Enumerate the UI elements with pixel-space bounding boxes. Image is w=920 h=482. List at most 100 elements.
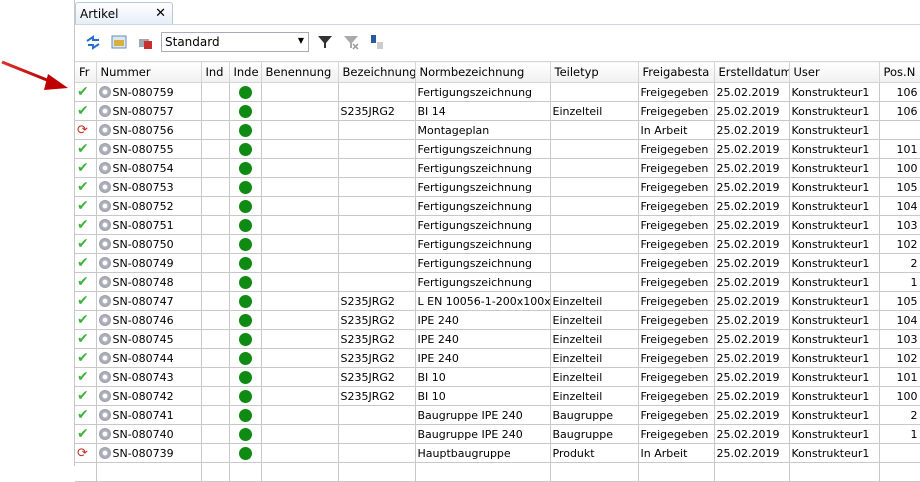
table-row[interactable]: ⟳ SN-080756 Montageplan In Arbeit 25.02.… — [75, 120, 920, 140]
benennung-cell — [261, 139, 339, 159]
teiletyp-cell — [550, 139, 639, 159]
index-status-cell — [229, 82, 262, 102]
user-cell: Konstrukteur1 — [789, 158, 880, 178]
table-row[interactable]: ✔ SN-080751 Fertigungszeichnung Freigege… — [75, 215, 920, 235]
table-row[interactable]: ✔ SN-080749 Fertigungszeichnung Freigege… — [75, 253, 920, 273]
freigabestatus-cell: In Arbeit — [638, 120, 715, 140]
ind-cell — [201, 386, 230, 406]
erstelldatum-cell: 25.02.2019 — [714, 253, 790, 273]
table-row[interactable]: ✔ SN-080744 S235JRG2 IPE 240 Einzelteil … — [75, 348, 920, 368]
user-cell: Konstrukteur1 — [789, 101, 880, 121]
benennung-cell — [261, 82, 339, 102]
user-cell: Konstrukteur1 — [789, 177, 880, 197]
column-header[interactable]: Normbezeichnung — [415, 61, 551, 83]
status-dot-icon — [238, 332, 252, 346]
status-cell: ✔ — [75, 101, 97, 121]
table-row[interactable]: ✔ SN-080752 Fertigungszeichnung Freigege… — [75, 196, 920, 216]
bezeichnung-cell: S235JRG2 — [338, 101, 416, 121]
column-header[interactable]: Nummer — [96, 61, 202, 83]
table-row[interactable]: ✔ SN-080746 S235JRG2 IPE 240 Einzelteil … — [75, 310, 920, 330]
posnr-cell: 104 — [879, 310, 920, 330]
table-row[interactable]: ✔ SN-080742 S235JRG2 BI 10 Einzelteil Fr… — [75, 386, 920, 406]
user-cell: Konstrukteur1 — [789, 215, 880, 235]
nummer-cell: SN-080755 — [96, 139, 202, 159]
normbezeichnung-cell: Fertigungszeichnung — [415, 139, 551, 159]
index-status-cell — [229, 272, 262, 292]
released-check-icon: ✔ — [77, 350, 89, 366]
table-row[interactable]: ✔ SN-080745 S235JRG2 IPE 240 Einzelteil … — [75, 329, 920, 349]
table-row[interactable]: ✔ SN-080755 Fertigungszeichnung Freigege… — [75, 139, 920, 159]
artikel-panel: Artikel ✕ Standard ▼ Fr Nummer Ind Inde Benen… — [74, 0, 920, 482]
nummer-cell: SN-080750 — [96, 234, 202, 254]
red-arrow-annotation — [1, 60, 68, 90]
status-dot-icon — [238, 218, 252, 232]
teiletyp-cell — [550, 234, 639, 254]
nummer-cell: SN-080744 — [96, 348, 202, 368]
index-status-cell — [229, 234, 262, 254]
bezeichnung-cell: S235JRG2 — [338, 310, 416, 330]
articles-table: Fr Nummer Ind Inde Benennung Bezeichnung Normb… — [75, 61, 920, 482]
column-header[interactable]: Inde — [229, 61, 262, 83]
table-row[interactable]: ✔ SN-080747 S235JRG2 L EN 10056-1-200x10… — [75, 291, 920, 311]
view-select[interactable]: Standard ▼ — [161, 32, 309, 52]
table-row[interactable]: ✔ SN-080740 Baugruppe IPE 240 Baugruppe … — [75, 424, 920, 444]
bezeichnung-cell — [338, 424, 416, 444]
user-cell: Konstrukteur1 — [789, 310, 880, 330]
column-header[interactable]: Pos.N — [879, 61, 920, 83]
ind-cell — [201, 424, 230, 444]
user-cell: Konstrukteur1 — [789, 291, 880, 311]
benennung-cell — [261, 177, 339, 197]
freigabestatus-cell: Freigegeben — [638, 158, 715, 178]
in-work-cycle-icon: ⟳ — [77, 445, 88, 461]
freigabestatus-cell: Freigegeben — [638, 196, 715, 216]
table-row[interactable]: ✔ SN-080759 Fertigungszeichnung Freigege… — [75, 82, 920, 102]
nummer: SN-080755 — [112, 142, 174, 156]
posnr-cell: 2 — [879, 253, 920, 273]
status-cell: ✔ — [75, 291, 97, 311]
bezeichnung-cell: S235JRG2 — [338, 386, 416, 406]
ind-cell — [201, 253, 230, 273]
table-row[interactable]: ✔ SN-080741 Baugruppe IPE 240 Baugruppe … — [75, 405, 920, 425]
column-header[interactable]: Ind — [201, 61, 230, 83]
teiletyp-cell: Einzelteil — [550, 310, 639, 330]
column-header[interactable]: Fr — [75, 61, 97, 83]
table-row[interactable]: ✔ SN-080748 Fertigungszeichnung Freigege… — [75, 272, 920, 292]
benennung-cell — [261, 291, 339, 311]
columns-icon[interactable] — [367, 32, 387, 52]
column-header[interactable]: Freigabesta — [638, 61, 715, 83]
clear-filter-icon[interactable] — [341, 32, 361, 52]
column-header[interactable]: User — [789, 61, 880, 83]
column-header[interactable]: Bezeichnung — [338, 61, 416, 83]
tab-artikel[interactable]: Artikel ✕ — [75, 2, 173, 24]
status-dot-icon — [238, 180, 252, 194]
close-icon[interactable]: ✕ — [155, 6, 166, 21]
ind-cell — [201, 443, 230, 463]
table-row[interactable]: ✔ SN-080754 Fertigungszeichnung Freigege… — [75, 158, 920, 178]
erstelldatum-cell: 25.02.2019 — [714, 386, 790, 406]
freigabestatus-cell: Freigegeben — [638, 253, 715, 273]
print-icon[interactable] — [135, 32, 155, 52]
filter-icon[interactable] — [315, 32, 335, 52]
status-dot-icon — [238, 237, 252, 251]
table-row[interactable]: ✔ SN-080753 Fertigungszeichnung Freigege… — [75, 177, 920, 197]
column-header[interactable]: Erstelldatum — [714, 61, 790, 83]
normbezeichnung-cell: BI 14 — [415, 101, 551, 121]
released-check-icon: ✔ — [77, 236, 89, 252]
table-row[interactable]: ✔ SN-080750 Fertigungszeichnung Freigege… — [75, 234, 920, 254]
column-header[interactable]: Benennung — [261, 61, 339, 83]
benennung-cell — [261, 405, 339, 425]
table-row[interactable]: ✔ SN-080743 S235JRG2 BI 10 Einzelteil Fr… — [75, 367, 920, 387]
table-row[interactable]: ⟳ SN-080739 Hauptbaugruppe Produkt In Ar… — [75, 443, 920, 463]
refresh-icon[interactable] — [83, 32, 103, 52]
released-check-icon: ✔ — [77, 198, 89, 214]
freigabestatus-cell: Freigegeben — [638, 272, 715, 292]
status-dot-icon — [238, 427, 252, 441]
status-cell: ✔ — [75, 424, 97, 444]
table-row[interactable]: ✔ SN-080757 S235JRG2 BI 14 Einzelteil Fr… — [75, 101, 920, 121]
normbezeichnung-cell: Fertigungszeichnung — [415, 253, 551, 273]
benennung-cell — [261, 196, 339, 216]
status-cell: ⟳ — [75, 120, 97, 140]
image-view-icon[interactable] — [109, 32, 129, 52]
column-header[interactable]: Teiletyp — [550, 61, 639, 83]
posnr-cell — [879, 443, 920, 463]
